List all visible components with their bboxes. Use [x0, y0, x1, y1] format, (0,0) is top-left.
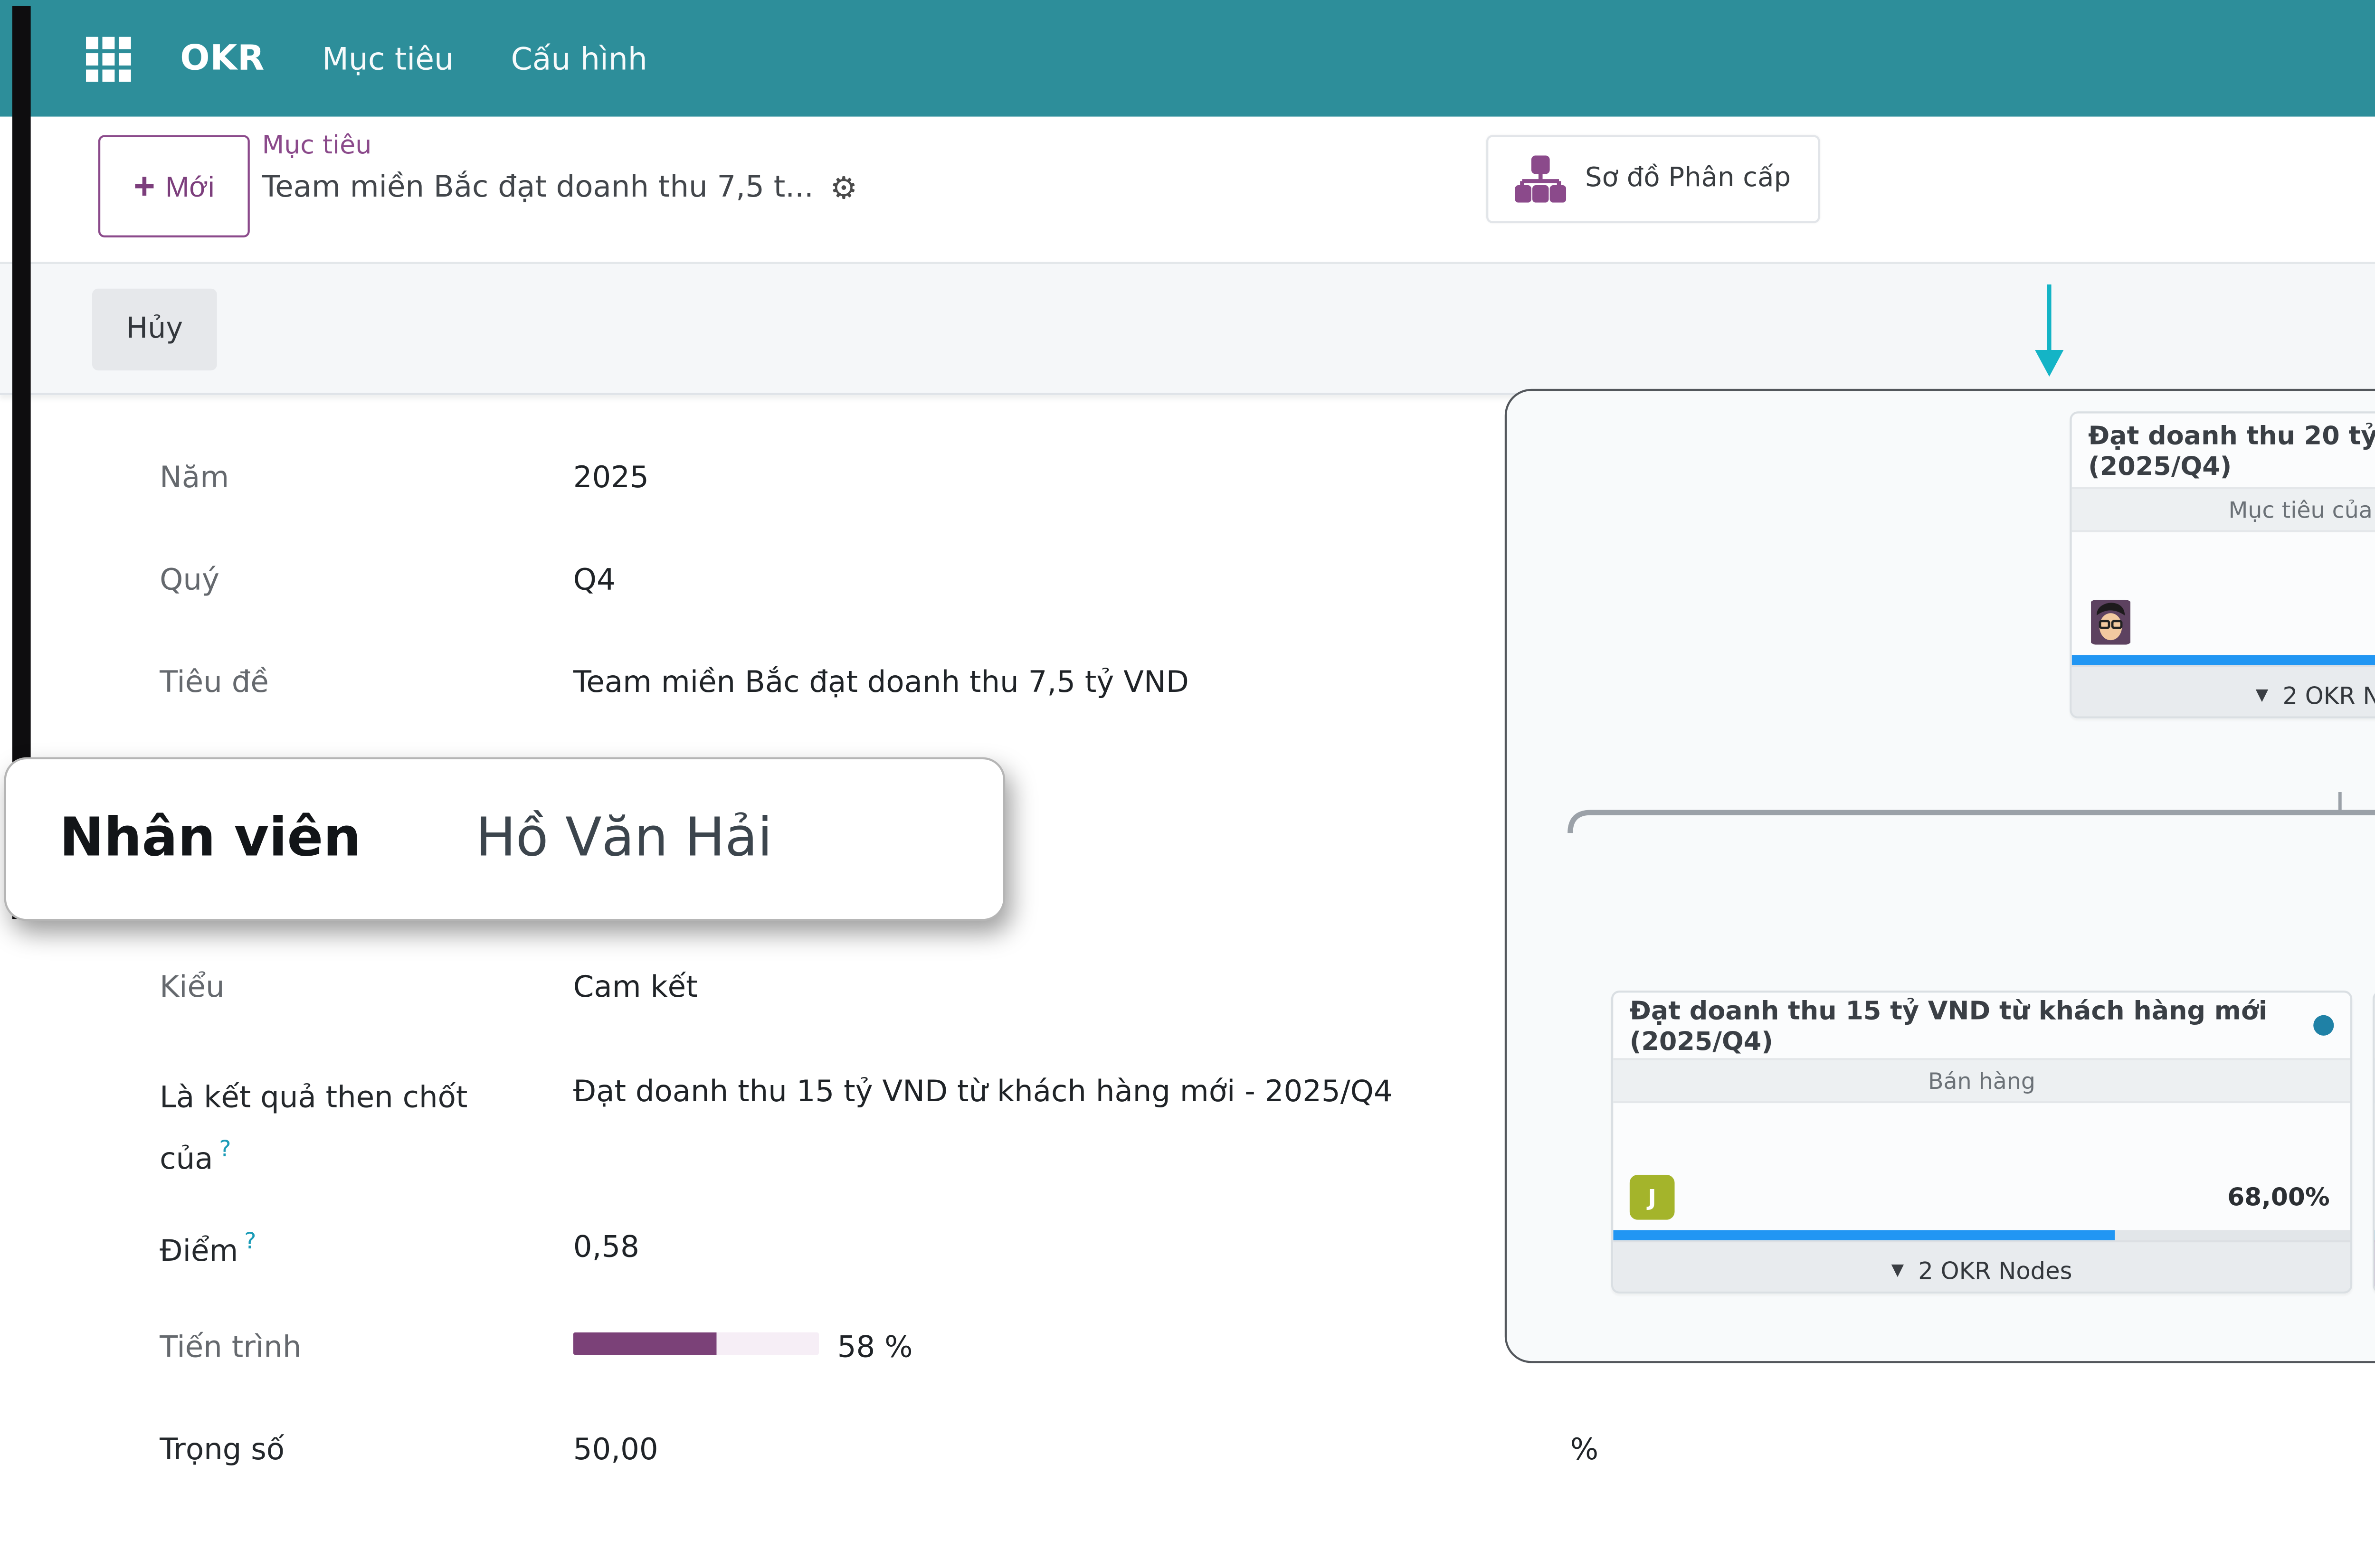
okr-node-avatar-initial: J — [1630, 1175, 1675, 1220]
employee-field-popup: Nhân viên Hồ Văn Hải — [4, 757, 1006, 921]
caret-down-icon: ▼ — [2256, 686, 2269, 704]
apps-grid-icon[interactable] — [82, 32, 135, 85]
field-label-kieu: Kiểu — [160, 972, 224, 1005]
sitemap-icon — [1516, 156, 1567, 203]
okr-node-progress-fill — [1613, 1230, 2114, 1240]
menu-cau-hinh[interactable]: Cấu hình — [511, 40, 647, 77]
help-icon[interactable]: ? — [219, 1135, 231, 1162]
okr-node-footer-label: 2 OKR Nodes — [1918, 1256, 2072, 1284]
okr-node-avatar — [2088, 600, 2133, 645]
okr-node-child-left[interactable]: Đạt doanh thu 15 tỷ VND từ khách hàng mớ… — [1611, 991, 2352, 1294]
pointer-arrow-down-icon — [2035, 350, 2063, 377]
field-label-nam: Năm — [160, 463, 229, 495]
field-label-quy: Quý — [160, 565, 219, 598]
hierarchy-view-label: Sơ đồ Phân cấp — [1585, 164, 1791, 195]
caret-down-icon: ▼ — [1891, 1261, 1904, 1279]
control-panel: + Mới Mục tiêu Team miền Bắc đạt doanh t… — [0, 117, 2375, 262]
okr-node-title-row: Đạt doanh thu 20 tỷ VND (2025/Q4) — [2072, 414, 2375, 487]
progress-bar-fill — [573, 1332, 716, 1355]
apps-grid-icon-glyph — [86, 36, 131, 81]
avatar-initial-j: J — [1630, 1175, 1675, 1220]
field-label-diem: Điểm? — [160, 1228, 256, 1269]
okr-app-screen: OKR Mục tiêu Cấu hình 8 — [0, 0, 2375, 1568]
hierarchy-connector — [1507, 775, 2375, 857]
okr-hierarchy-panel: Đạt doanh thu 20 tỷ VND (2025/Q4) Mục ti… — [1505, 389, 2375, 1363]
okr-node-body: 75,00% — [2072, 532, 2375, 655]
field-suffix-percent: % — [1570, 1435, 1598, 1467]
top-navbar: OKR Mục tiêu Cấu hình 8 — [0, 0, 2375, 117]
field-value-kieu[interactable]: Cam kết — [573, 972, 698, 1005]
breadcrumb: Team miền Bắc đạt doanh thu 7,5 t... ⚙ — [262, 172, 858, 205]
okr-node-title: Đạt doanh thu 15 tỷ VND từ khách hàng mớ… — [1630, 995, 2299, 1056]
app-brand-okr[interactable]: OKR — [180, 38, 265, 79]
okr-node-group: Mục tiêu của công ty — [2072, 487, 2375, 532]
okr-node-percent: 68,00% — [2227, 1183, 2329, 1211]
progress-percent-text: 58 % — [837, 1332, 913, 1365]
field-label-tien-trinh: Tiến trình — [160, 1332, 301, 1365]
okr-node-expand-button[interactable]: ▼ 2 OKR Nodes — [2072, 665, 2375, 718]
avatar-man-glasses-icon — [2088, 600, 2133, 645]
okr-node-footer-label: 2 OKR Nodes — [2282, 680, 2375, 709]
field-label-ket-qua-then-chot: Là kết quả then chốt của? — [160, 1072, 541, 1189]
okr-node-group: Bán hàng — [1613, 1058, 2350, 1103]
field-value-nam[interactable]: 2025 — [573, 463, 649, 495]
okr-node-progressbar — [1613, 1230, 2350, 1240]
breadcrumb-parent-link[interactable]: Mục tiêu — [262, 129, 372, 160]
field-label-trong-so: Trọng số — [160, 1435, 285, 1467]
field-label-tieu-de: Tiêu đề — [160, 667, 269, 700]
new-record-button[interactable]: + Mới — [98, 135, 250, 237]
record-title: Team miền Bắc đạt doanh thu 7,5 t... — [262, 172, 814, 205]
field-value-quy[interactable]: Q4 — [573, 565, 616, 598]
okr-node-progressbar — [2072, 655, 2375, 665]
progress-bar — [573, 1332, 819, 1355]
okr-node-body: J 68,00% — [1613, 1103, 2350, 1230]
pointer-arrow-line — [2047, 284, 2052, 352]
employee-field-value: Hồ Văn Hải — [476, 808, 773, 869]
okr-node-title-row: Đạt doanh thu 15 tỷ VND từ khách hàng mớ… — [1613, 992, 2350, 1058]
hierarchy-view-button[interactable]: Sơ đồ Phân cấp — [1486, 135, 1820, 223]
okr-node-child-right[interactable]: Đạt doanh thu 5 tỷ VND từ khách hàng cũ … — [2373, 991, 2375, 1294]
field-value-trong-so[interactable]: 50,00 — [573, 1435, 658, 1467]
gear-icon[interactable]: ⚙ — [830, 173, 857, 204]
help-icon[interactable]: ? — [244, 1228, 256, 1255]
okr-node-title: Đạt doanh thu 20 tỷ VND (2025/Q4) — [2088, 420, 2375, 481]
cancel-button[interactable]: Hủy — [92, 289, 217, 370]
plus-icon: + — [133, 168, 155, 205]
employee-field-label: Nhân viên — [59, 808, 361, 869]
menu-muc-tieu[interactable]: Mục tiêu — [322, 40, 454, 77]
field-value-tieu-de[interactable]: Team miền Bắc đạt doanh thu 7,5 tỷ VND — [573, 667, 1189, 700]
status-dot-icon — [2313, 1015, 2334, 1036]
okr-node-root[interactable]: Đạt doanh thu 20 tỷ VND (2025/Q4) Mục ti… — [2070, 411, 2375, 718]
form-statusbar: Hủy Dự thảo Đã xác nhận Đã hủy — [0, 262, 2375, 395]
field-value-ket-qua-then-chot[interactable]: Đạt doanh thu 15 tỷ VND từ khách hàng mớ… — [573, 1077, 1536, 1109]
okr-node-expand-button[interactable]: ▼ 2 OKR Nodes — [1613, 1240, 2350, 1294]
okr-node-progress-fill — [2072, 655, 2375, 665]
field-value-diem[interactable]: 0,58 — [573, 1232, 639, 1265]
new-record-label: Mới — [165, 170, 214, 203]
